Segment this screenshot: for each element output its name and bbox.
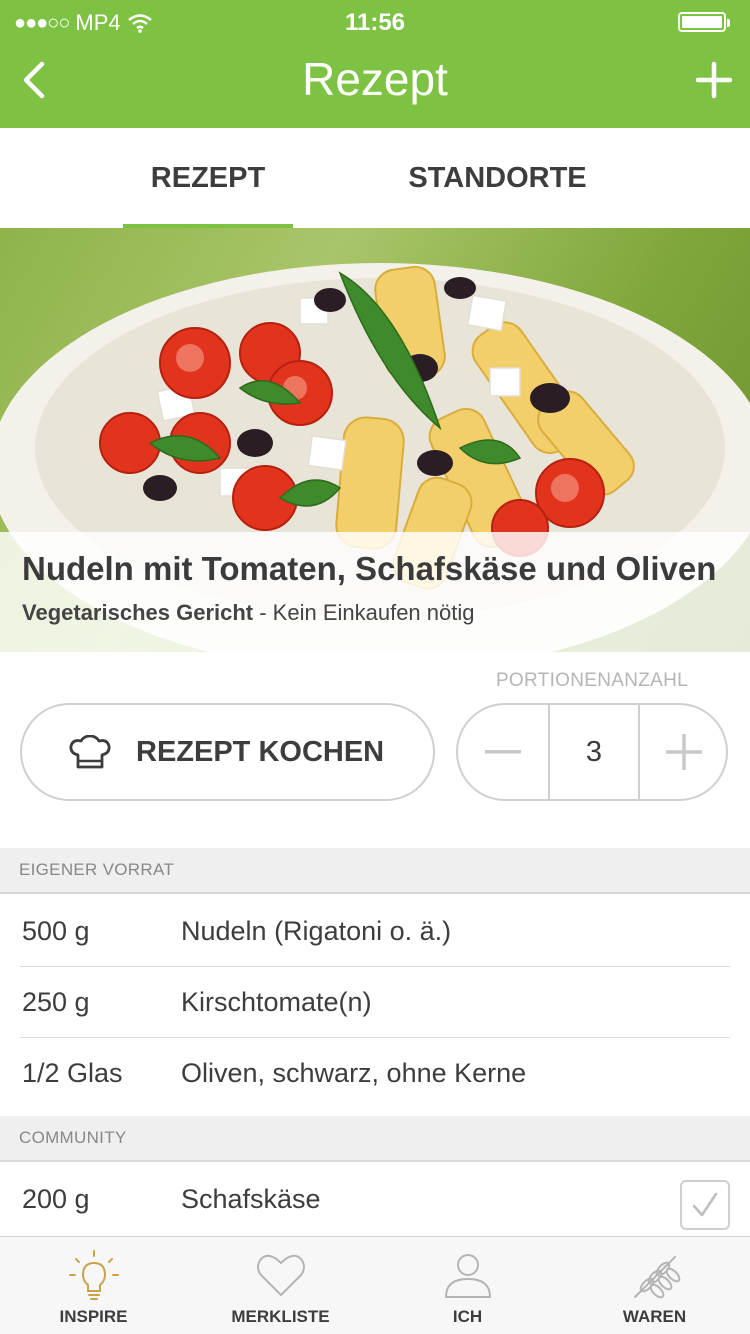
recipe-subtitle: Vegetarisches Gericht - Kein Einkaufen n… bbox=[22, 600, 728, 626]
tabbar-label: INSPIRE bbox=[59, 1307, 128, 1326]
tabbar-label: ICH bbox=[452, 1307, 483, 1326]
ingredient-name: Oliven, schwarz, ohne Kerne bbox=[181, 1058, 527, 1088]
tabbar-item-ich[interactable]: ICH bbox=[374, 1237, 561, 1334]
ingredient-row[interactable]: 200 g Schafskäse bbox=[0, 1164, 750, 1235]
decrement-button[interactable] bbox=[458, 705, 548, 799]
plus-icon bbox=[666, 734, 702, 770]
portion-stepper: 3 bbox=[456, 703, 728, 801]
header-bar: ●●●○○ MP4 11:56 Rezept bbox=[0, 0, 750, 128]
section-header-own-stock: EIGENER VORRAT bbox=[0, 848, 750, 894]
tab-rezept[interactable]: REZEPT bbox=[123, 128, 293, 228]
ingredient-row[interactable]: 1/2 Glas Oliven, schwarz, ohne Kerne bbox=[0, 1038, 750, 1109]
cook-recipe-label: REZEPT KOCHEN bbox=[136, 735, 385, 768]
status-bar: ●●●○○ MP4 11:56 bbox=[0, 0, 750, 44]
ingredient-name: Schafskäse bbox=[181, 1184, 321, 1214]
tabbar-label: WAREN bbox=[622, 1307, 687, 1326]
ingredient-row[interactable]: 250 g Kirschtomate(n) bbox=[0, 967, 750, 1038]
tabbar-item-waren[interactable]: WAREN bbox=[561, 1237, 748, 1334]
checkmark-icon bbox=[692, 1192, 718, 1217]
recipe-note: - Kein Einkaufen nötig bbox=[253, 600, 475, 625]
ingredient-name: Nudeln (Rigatoni o. ä.) bbox=[181, 916, 452, 946]
lightbulb-icon bbox=[69, 1250, 119, 1300]
portion-count: 3 bbox=[548, 705, 640, 799]
tabbar-label: MERKLISTE bbox=[231, 1307, 330, 1326]
ingredient-amount: 250 g bbox=[22, 987, 90, 1017]
tabbar-item-inspire[interactable]: INSPIRE bbox=[0, 1237, 187, 1334]
battery-icon bbox=[678, 12, 730, 32]
ingredient-checkbox[interactable] bbox=[680, 1180, 730, 1230]
status-time: 11:56 bbox=[344, 9, 406, 36]
user-icon bbox=[444, 1254, 492, 1298]
cook-recipe-button[interactable]: REZEPT KOCHEN bbox=[20, 703, 435, 801]
plus-icon[interactable] bbox=[696, 60, 732, 100]
ingredient-name: Kirschtomate(n) bbox=[181, 987, 372, 1017]
wheat-icon bbox=[634, 1256, 681, 1299]
minus-icon bbox=[485, 750, 521, 754]
tabbar-item-merkliste[interactable]: MERKLISTE bbox=[187, 1237, 374, 1334]
ingredient-row[interactable]: 500 g Nudeln (Rigatoni o. ä.) bbox=[0, 896, 750, 967]
segment-tabs: REZEPT STANDORTE bbox=[0, 128, 750, 229]
bottom-tab-bar: INSPIRE MERKLISTE ICH WAREN bbox=[0, 1236, 750, 1334]
recipe-image: Nudeln mit Tomaten, Schafskäse und Olive… bbox=[0, 228, 750, 652]
portion-label: PORTIONENANZAHL bbox=[495, 670, 689, 691]
recipe-title: Nudeln mit Tomaten, Schafskäse und Olive… bbox=[22, 550, 717, 587]
heart-icon bbox=[257, 1254, 305, 1296]
ingredient-amount: 1/2 Glas bbox=[22, 1058, 123, 1088]
chef-hat-icon bbox=[69, 735, 111, 769]
tab-standorte[interactable]: STANDORTE bbox=[390, 128, 605, 228]
increment-button[interactable] bbox=[640, 705, 726, 799]
ingredient-amount: 200 g bbox=[22, 1184, 90, 1214]
ingredient-amount: 500 g bbox=[22, 916, 90, 946]
page-title: Rezept bbox=[302, 53, 448, 105]
section-header-community: COMMUNITY bbox=[0, 1116, 750, 1162]
recipe-category: Vegetarisches Gericht bbox=[22, 600, 254, 625]
recipe-caption: Nudeln mit Tomaten, Schafskäse und Olive… bbox=[0, 532, 750, 652]
